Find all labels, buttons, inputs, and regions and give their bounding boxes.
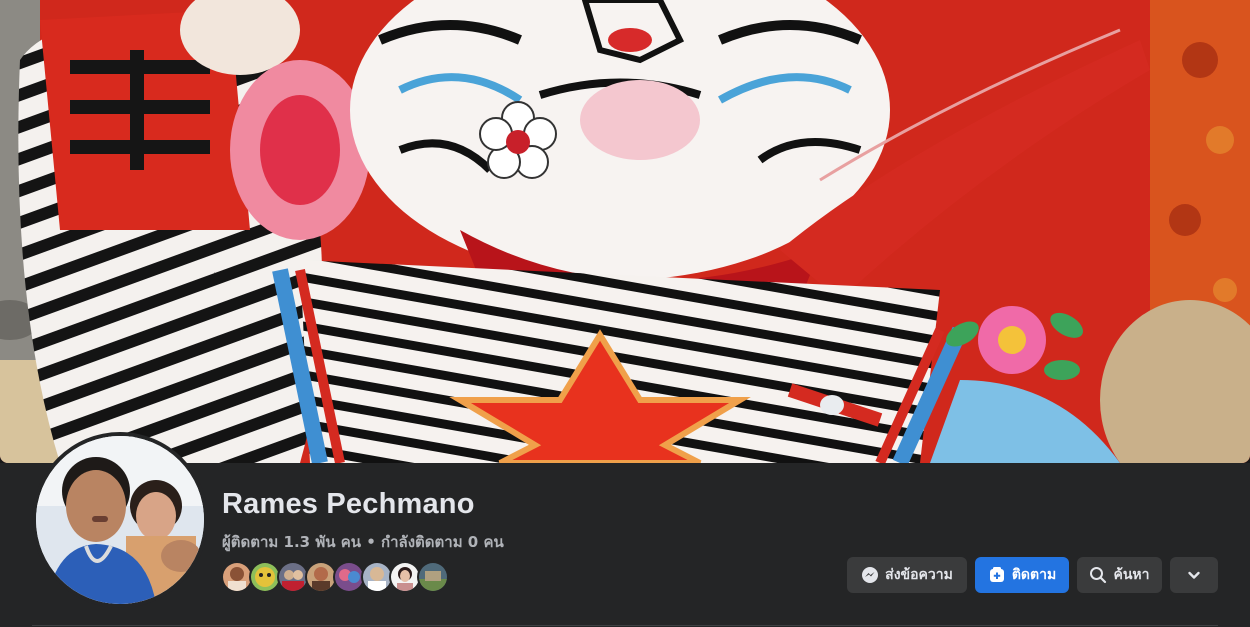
follower-stats[interactable]: ผู้ติดตาม 1.3 พัน คน • กำลังติดตาม 0 คน [222, 530, 504, 554]
message-button[interactable]: ส่งข้อความ [847, 557, 967, 593]
divider [32, 625, 1218, 626]
search-label: ค้นหา [1113, 567, 1150, 583]
follow-button[interactable]: ติดตาม [975, 557, 1069, 593]
avatar-photo [36, 436, 204, 604]
add-follow-icon [988, 566, 1006, 584]
follower-avatar[interactable] [417, 561, 449, 593]
more-options-button[interactable] [1170, 557, 1218, 593]
follow-label: ติดตาม [1011, 567, 1057, 583]
chevron-down-icon [1185, 566, 1203, 584]
profile-avatar[interactable] [36, 436, 204, 604]
cover-artwork [0, 0, 1250, 463]
cover-photo[interactable] [0, 0, 1250, 463]
profile-name[interactable]: Rames Pechmano [222, 488, 475, 521]
search-icon [1089, 566, 1107, 584]
search-button[interactable]: ค้นหา [1077, 557, 1162, 593]
messenger-icon [861, 566, 879, 584]
message-label: ส่งข้อความ [885, 567, 953, 583]
